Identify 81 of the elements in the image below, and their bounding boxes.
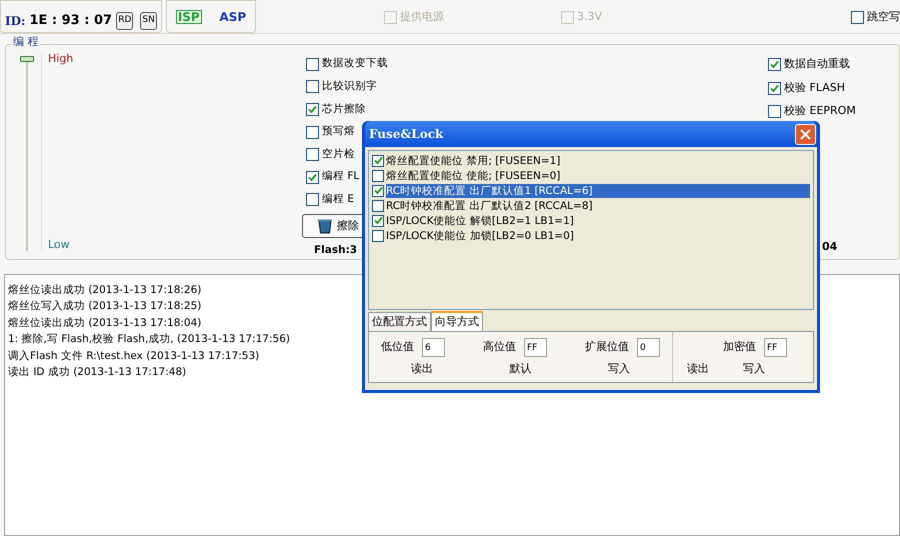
log-line: 读出 ID 成功 (2013-1-13 17:17:48) bbox=[8, 364, 186, 380]
option-label: 校验 FLASH bbox=[784, 80, 845, 96]
action-button[interactable]: 默认 bbox=[510, 361, 532, 378]
option-label: 数据改变下载 bbox=[322, 56, 388, 72]
checkbox[interactable] bbox=[306, 80, 319, 94]
trash-bin-icon bbox=[317, 218, 333, 234]
slider-low-label: Low bbox=[48, 236, 71, 252]
checkmark-icon bbox=[770, 84, 779, 93]
fuse-item-label: 熔丝配置使能位 禁用; [FUSEEN=1] bbox=[386, 154, 562, 168]
option-label: 芯片擦除 bbox=[322, 102, 366, 117]
fuse-item-label: RC时钟校准配置 出厂默认值2 [RCCAL=8] bbox=[386, 198, 594, 212]
fuse-item-label: ISP/LOCK使能位 解锁[LB2=1 LB1=1] bbox=[386, 214, 575, 228]
checkbox[interactable] bbox=[306, 58, 319, 71]
checkbox[interactable] bbox=[306, 170, 319, 184]
checkbox[interactable] bbox=[372, 230, 384, 242]
checkmark-icon bbox=[770, 60, 779, 70]
field-label: 低位值 bbox=[381, 339, 414, 356]
checkbox[interactable] bbox=[768, 58, 781, 72]
option-label: 比较识别字 bbox=[322, 78, 377, 94]
log-line: 1: 擦除,写 Flash,校验 Flash,成功, (2013-1-13 17:17:56) bbox=[8, 332, 290, 348]
field-label: 高位值 bbox=[483, 339, 516, 356]
option-label: 校验 EEPROM bbox=[784, 103, 856, 120]
checkbox[interactable] bbox=[372, 154, 384, 166]
value-field[interactable]: FF bbox=[764, 338, 787, 357]
checkbox[interactable] bbox=[768, 82, 781, 95]
fuse-item-label: ISP/LOCK使能位 加锁[LB2=0 LB1=0] bbox=[386, 228, 575, 242]
field-label: 加密值 bbox=[723, 339, 756, 356]
option-label: 3.3V bbox=[577, 9, 602, 26]
checkbox[interactable] bbox=[306, 148, 319, 162]
action-button[interactable]: 写入 bbox=[743, 361, 765, 378]
dialog-tab[interactable]: 位配置方式 bbox=[368, 312, 431, 331]
slider-thumb[interactable] bbox=[20, 56, 34, 62]
value-field[interactable]: 0 bbox=[637, 338, 660, 357]
checkmark-icon bbox=[374, 216, 382, 225]
close-icon bbox=[800, 128, 811, 140]
flash-size: Flash:3 bbox=[314, 243, 358, 258]
checkbox[interactable] bbox=[768, 104, 781, 118]
value-field[interactable]: FF bbox=[524, 338, 547, 357]
slider-high-label: High bbox=[48, 51, 74, 67]
checkmark-icon bbox=[308, 172, 317, 182]
fuse-item[interactable]: 熔丝配置使能位 使能; [FUSEEN=0] bbox=[372, 168, 810, 183]
fuse-item-label: 熔丝配置使能位 使能; [FUSEEN=0] bbox=[386, 168, 562, 182]
close-button[interactable] bbox=[795, 124, 816, 144]
checkbox[interactable] bbox=[306, 193, 319, 206]
option-label: 预写熔 bbox=[322, 124, 355, 140]
option-label: 跳空写 bbox=[867, 9, 900, 26]
option-label: 空片检 bbox=[322, 146, 355, 162]
checkbox[interactable] bbox=[306, 126, 319, 139]
id-value: 1E : 93 : 07 bbox=[29, 12, 110, 30]
option-label: 数据自动重载 bbox=[784, 56, 850, 72]
action-button[interactable]: 读出 bbox=[411, 361, 433, 378]
checkbox[interactable] bbox=[851, 11, 864, 24]
checkmark-icon bbox=[374, 156, 382, 165]
checkbox[interactable] bbox=[372, 184, 384, 196]
log-line: 熔丝位写入成功 (2013-1-13 17:18:25) bbox=[8, 299, 202, 314]
option-label: 编程 E bbox=[322, 192, 354, 207]
fuse-item[interactable]: RC时钟校准配置 出厂默认值2 [RCCAL=8] bbox=[372, 198, 810, 213]
group-title: 编 程 bbox=[12, 36, 40, 47]
id-button[interactable]: RD bbox=[116, 12, 134, 30]
option-label: 编程 FL bbox=[322, 169, 360, 184]
size-value: 04 bbox=[822, 238, 838, 254]
dialog-tab[interactable]: 向导方式 bbox=[431, 311, 483, 331]
checkbox[interactable] bbox=[372, 200, 384, 212]
action-button[interactable]: 写入 bbox=[608, 361, 630, 378]
checkbox[interactable] bbox=[372, 214, 384, 226]
action-button[interactable]: 读出 bbox=[687, 361, 709, 378]
dialog-title: Fuse&Lock bbox=[369, 126, 444, 143]
checkbox[interactable] bbox=[306, 102, 319, 116]
fuse-item[interactable]: 熔丝配置使能位 禁用; [FUSEEN=1] bbox=[372, 153, 810, 168]
checkmark-icon bbox=[308, 104, 317, 114]
id-button[interactable]: SN bbox=[140, 12, 157, 30]
log-line: 熔丝位读出成功 (2013-1-13 17:18:04) bbox=[8, 316, 202, 331]
mode-logo[interactable]: ASP bbox=[219, 10, 246, 22]
id-label: ID: bbox=[5, 12, 26, 30]
log-line: 熔丝位读出成功 (2013-1-13 17:18:26) bbox=[8, 283, 202, 298]
log-line: 调入Flash 文件 R:\test.hex (2013-1-13 17:17:53) bbox=[8, 348, 260, 364]
field-label: 扩展位值 bbox=[585, 339, 629, 356]
option-label: 提供电源 bbox=[400, 9, 444, 26]
value-field[interactable]: 6 bbox=[422, 338, 445, 357]
checkbox[interactable] bbox=[372, 170, 384, 182]
checkmark-icon bbox=[374, 186, 382, 195]
